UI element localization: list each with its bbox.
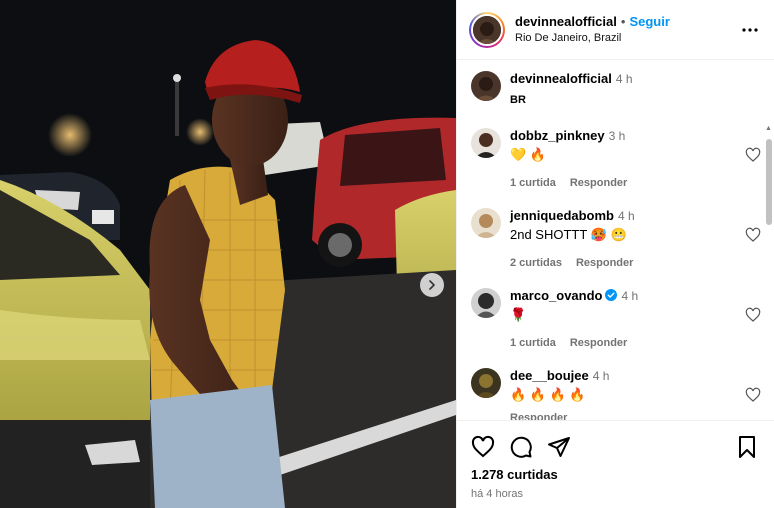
caption-row: devinnealofficial 4 h BR	[471, 71, 761, 109]
post-photo[interactable]	[0, 0, 456, 508]
comment-item: marco_ovando 4 h 🌹 1 curtida Responder	[471, 288, 761, 349]
comment-text: 🔥 🔥 🔥 🔥	[510, 387, 586, 402]
post-like-count[interactable]: 1.278 curtidas	[471, 467, 558, 482]
caption-avatar[interactable]	[471, 71, 501, 101]
verified-badge-icon	[605, 289, 618, 301]
post-actions: 1.278 curtidas há 4 horas	[457, 420, 774, 508]
comment-item: dee__boujee 4 h 🔥 🔥 🔥 🔥 Responder	[471, 368, 761, 420]
comment-item: dobbz_pinkney 3 h 💛 🔥 1 curtida Responder	[471, 128, 761, 189]
commenter-avatar[interactable]	[471, 288, 501, 318]
comment-username[interactable]: jenniquedabomb	[510, 208, 614, 223]
comment-username[interactable]: marco_ovando	[510, 288, 602, 303]
comment-username[interactable]: dobbz_pinkney	[510, 128, 605, 143]
post-details-panel: devinnealofficial • Seguir Rio De Janeiro,…	[456, 0, 774, 508]
follow-button[interactable]: Seguir	[629, 14, 669, 29]
share-send-icon[interactable]	[547, 435, 571, 459]
post-header: devinnealofficial • Seguir Rio De Janeiro,…	[457, 0, 774, 60]
comment-text: 💛 🔥	[510, 147, 546, 162]
reply-button[interactable]: Responder	[570, 337, 627, 349]
separator-dot: •	[620, 13, 626, 29]
comment-like-count[interactable]: 1 curtida	[510, 177, 556, 189]
chevron-right-icon	[429, 280, 435, 290]
comment-time[interactable]: 3 h	[609, 129, 626, 143]
reply-button[interactable]: Responder	[510, 412, 567, 420]
profile-photo	[471, 288, 501, 318]
comment-time[interactable]: 4 h	[621, 289, 638, 303]
comment-item: jenniquedabomb 4 h 2nd SHOTTT 🥵 😬 2 curti…	[471, 208, 761, 269]
profile-photo	[471, 368, 501, 398]
comment-text: 2nd SHOTTT 🥵 😬	[510, 227, 627, 242]
commenter-avatar[interactable]	[471, 208, 501, 238]
comment-like-count[interactable]: 2 curtidas	[510, 257, 562, 269]
heart-icon[interactable]	[745, 307, 761, 323]
bookmark-icon[interactable]	[735, 435, 759, 459]
author-username[interactable]: devinnealofficial	[515, 14, 617, 29]
commenter-avatar[interactable]	[471, 128, 501, 158]
header-text: devinnealofficial • Seguir Rio De Janeiro,…	[515, 14, 738, 46]
comment-username[interactable]: dee__boujee	[510, 368, 589, 383]
post-timestamp[interactable]: há 4 horas	[471, 488, 523, 500]
comment-text: 🌹	[510, 307, 527, 322]
heart-icon[interactable]	[745, 227, 761, 243]
scroll-thumb[interactable]	[766, 139, 772, 225]
comments-scrollbar[interactable]: ▲ ▼	[764, 125, 773, 420]
reply-button[interactable]: Responder	[576, 257, 633, 269]
profile-photo	[473, 15, 501, 44]
caption-username[interactable]: devinnealofficial	[510, 71, 612, 86]
commenter-avatar[interactable]	[471, 368, 501, 398]
more-options-button[interactable]	[738, 18, 762, 42]
post-modal: devinnealofficial • Seguir Rio De Janeiro,…	[0, 0, 774, 508]
scroll-up-arrow-icon[interactable]: ▲	[765, 125, 772, 132]
comment-bubble-icon[interactable]	[509, 435, 533, 459]
profile-photo	[471, 128, 501, 158]
comment-time[interactable]: 4 h	[618, 209, 635, 223]
caption-text: BR	[510, 94, 526, 106]
caption-time[interactable]: 4 h	[616, 72, 633, 86]
comments-list[interactable]: devinnealofficial 4 h BR dobbz_pinkney 3 h…	[457, 61, 774, 420]
author-avatar[interactable]	[469, 11, 505, 48]
more-horizontal-icon	[742, 27, 758, 32]
like-heart-icon[interactable]	[471, 435, 495, 459]
reply-button[interactable]: Responder	[570, 177, 627, 189]
comment-time[interactable]: 4 h	[593, 369, 610, 383]
profile-photo	[471, 71, 501, 101]
location-link[interactable]: Rio De Janeiro, Brazil	[515, 32, 738, 45]
next-image-button[interactable]	[420, 273, 444, 297]
heart-icon[interactable]	[745, 387, 761, 403]
profile-photo	[471, 208, 501, 238]
comment-like-count[interactable]: 1 curtida	[510, 337, 556, 349]
post-image	[0, 0, 456, 508]
heart-icon[interactable]	[745, 147, 761, 163]
